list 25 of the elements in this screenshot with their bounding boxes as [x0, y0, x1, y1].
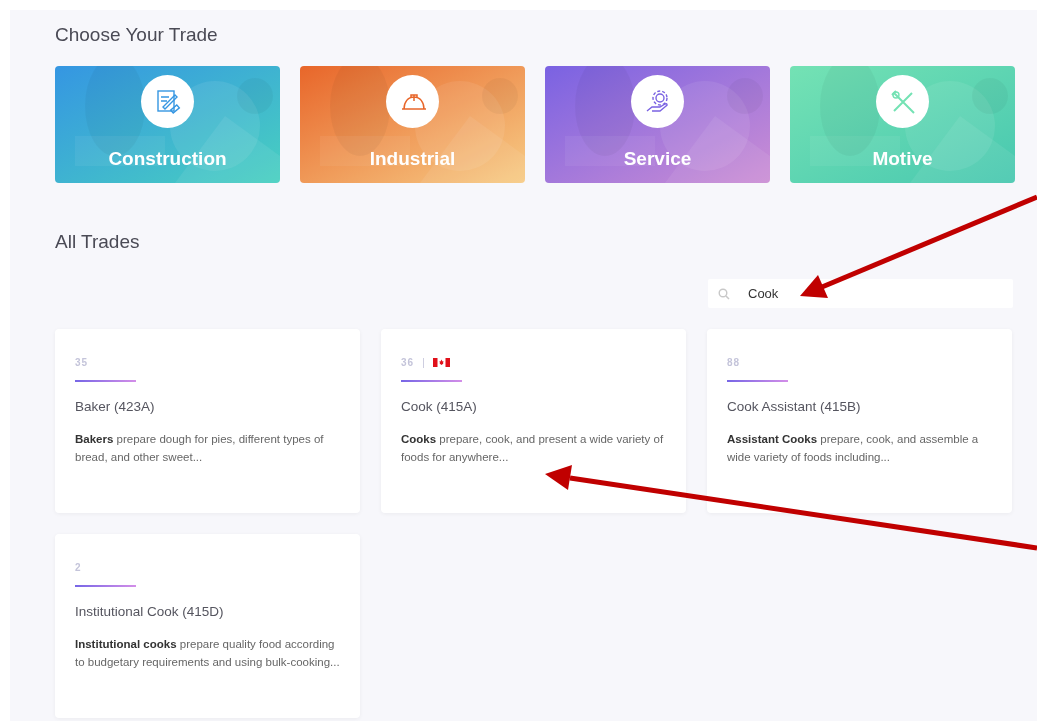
section-heading: All Trades [55, 231, 141, 253]
trade-card[interactable]: 88 Cook Assistant (415B) Assistant Cooks prepare, cook, and assemble a wide variety of foods including... [707, 329, 1012, 513]
trade-description: Bakers prepare dough for pies, different types of bread, and other sweet... [75, 432, 325, 465]
tile-label: Motive [872, 148, 933, 170]
section-heading: Choose Your Trade [55, 23, 219, 46]
trade-title: Baker (423A) [75, 399, 156, 414]
search-icon [718, 288, 730, 300]
trade-card[interactable]: 36 | Cook (415A) Cooks prepare, cook, and present a wide variety of foods for anywhere... [381, 329, 686, 513]
trade-number: 35 [75, 356, 89, 368]
trade-number: 36 [401, 356, 415, 368]
tile-label: Industrial [369, 148, 456, 170]
separator: | [422, 356, 425, 368]
trade-title: Cook (415A) [401, 399, 478, 414]
trade-title: Cook Assistant (415B) [727, 399, 862, 414]
trade-number: 88 [727, 356, 741, 368]
trade-card[interactable]: 2 Institutional Cook (415D) Institutional cooks prepare quality food according to budgetary requirements and using bulk-cooking... [55, 534, 360, 718]
trade-description: Institutional cooks prepare quality food according to budgetary requirements and using bulk-cooking... [75, 637, 340, 670]
trade-description: Assistant Cooks prepare, cook, and assemble a wide variety of foods including... [727, 432, 980, 465]
trade-title: Institutional Cook (415D) [75, 604, 225, 619]
search-field[interactable]: Cook [708, 279, 1013, 308]
trade-number: 2 [75, 561, 82, 573]
trade-card[interactable]: 35 Baker (423A) Bakers prepare dough for pies, different types of bread, and other sweet... [55, 329, 360, 513]
tile-label: Service [623, 148, 692, 170]
trade-description: Cooks prepare, cook, and present a wide variety of foods for anywhere... [401, 432, 665, 465]
tile-label: Construction [108, 148, 227, 170]
